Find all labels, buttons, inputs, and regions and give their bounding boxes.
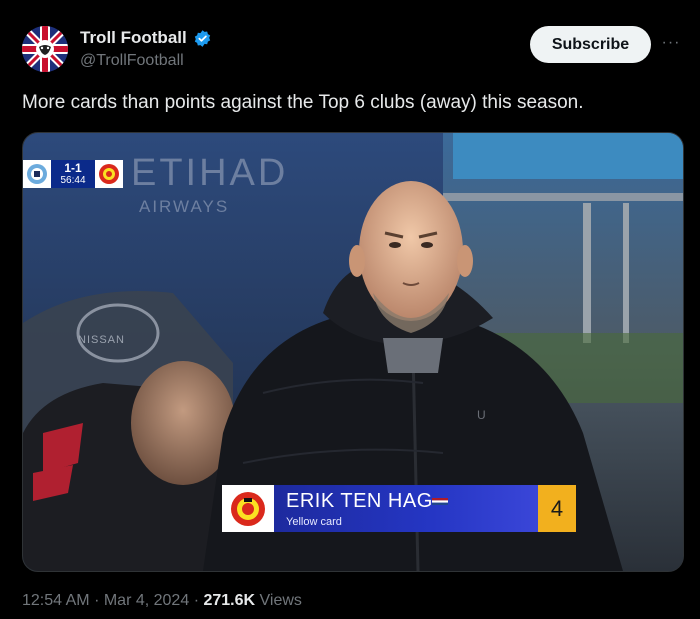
avatar[interactable] [22, 26, 68, 72]
views-label: Views [259, 592, 302, 609]
tweet-metadata: 12:54 AM · Mar 4, 2024 · 271.6K Views [22, 592, 302, 610]
man-utd-crest-icon [222, 485, 274, 532]
score-box: 1-1 56:44 [51, 160, 95, 188]
lower-third-graphic: ERIK TEN HAG Yellow card 4 [222, 485, 576, 532]
airways-board-text: AIRWAYS [139, 197, 229, 216]
tweet-media[interactable]: ETIHAD AIRWAYS NISSAN U 1-1 56:44 ERIK T… [22, 132, 684, 572]
more-options-icon[interactable]: ··· [660, 32, 682, 54]
union-jack-ball-icon [22, 26, 68, 72]
tweet-text: More cards than points against the Top 6… [22, 92, 584, 113]
scorebug: 1-1 56:44 [23, 158, 123, 190]
card-type-label: Yellow card [286, 516, 342, 528]
verified-badge-icon[interactable] [193, 29, 212, 48]
separator: · [94, 592, 100, 609]
etihad-board-text: ETIHAD [131, 152, 288, 194]
jacket-logo-text: U [477, 408, 486, 422]
handle[interactable]: @TrollFootball [80, 52, 184, 70]
netherlands-flag-icon [432, 498, 448, 505]
subscribe-button[interactable]: Subscribe [530, 26, 651, 63]
match-clock: 56:44 [60, 175, 86, 186]
separator: · [193, 592, 200, 609]
man-utd-crest-icon [95, 160, 123, 188]
score-text: 1-1 [64, 161, 82, 175]
man-city-crest-icon [23, 160, 51, 188]
card-count: 4 [538, 485, 576, 532]
display-name[interactable]: Troll Football [80, 28, 187, 48]
lower-third-main: ERIK TEN HAG Yellow card [274, 485, 538, 532]
author-name-row: Troll Football [80, 28, 212, 48]
player-name: ERIK TEN HAG [286, 490, 433, 512]
views-count[interactable]: 271.6K [203, 592, 255, 609]
post-date[interactable]: Mar 4, 2024 [104, 592, 189, 609]
post-time[interactable]: 12:54 AM [22, 592, 90, 609]
nissan-logo-text: NISSAN [78, 334, 125, 346]
